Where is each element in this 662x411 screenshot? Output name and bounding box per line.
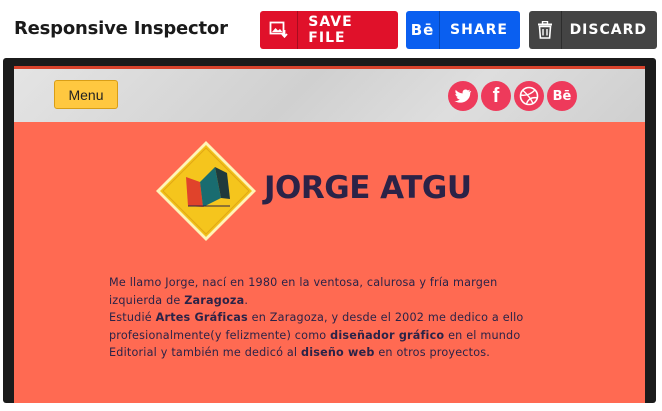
- bio-text: .: [244, 293, 249, 307]
- preview-viewport[interactable]: Menu f Bē JORGE ATGU Me llamo Jorge, nac…: [14, 66, 645, 403]
- facebook-icon[interactable]: f: [481, 81, 511, 111]
- trash-icon: [529, 11, 562, 49]
- app-title: Responsive Inspector: [14, 18, 228, 39]
- share-button[interactable]: Bē SHARE: [406, 11, 520, 49]
- bio-highlight: diseñador gráfico: [330, 328, 445, 342]
- bio-highlight: Zaragoza: [184, 293, 245, 307]
- save-file-label: SAVE FILE: [308, 14, 353, 46]
- save-file-button[interactable]: SAVE FILE: [260, 11, 398, 49]
- bio-text: en otros proyectos.: [374, 346, 491, 359]
- bio-highlight: Artes Gráficas: [155, 311, 248, 324]
- bio-paragraph: Me llamo Jorge, nací en 1980 en la vento…: [109, 274, 549, 362]
- discard-label: DISCARD: [569, 22, 647, 38]
- brand-name: JORGE ATGU: [264, 170, 472, 206]
- bio-text: Me llamo Jorge, nací en 1980 en la vento…: [109, 276, 498, 307]
- behance-icon[interactable]: Bē: [547, 81, 577, 111]
- share-label: SHARE: [450, 22, 508, 38]
- save-image-icon: [260, 11, 299, 49]
- facebook-glyph: f: [492, 84, 500, 107]
- menu-button[interactable]: Menu: [54, 80, 118, 109]
- dribbble-icon[interactable]: [514, 81, 544, 111]
- bio-highlight: diseño web: [301, 346, 375, 359]
- behance-icon: Bē: [406, 11, 441, 49]
- behance-glyph: Bē: [552, 88, 572, 104]
- site-navbar: Menu f Bē: [14, 69, 645, 122]
- discard-button[interactable]: DISCARD: [529, 11, 657, 49]
- twitter-icon[interactable]: [448, 81, 478, 111]
- logo-icon: [155, 140, 257, 242]
- bio-text: Estudié: [109, 311, 156, 324]
- preview-frame: Menu f Bē JORGE ATGU Me llamo Jorge, nac…: [3, 58, 656, 403]
